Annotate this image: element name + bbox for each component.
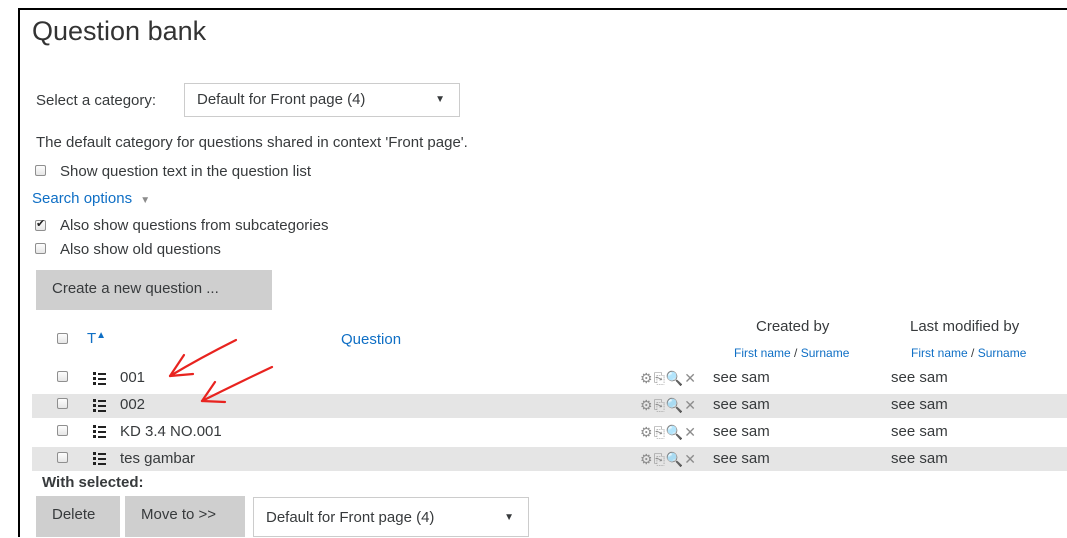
red-arrow-icon (168, 338, 238, 378)
red-arrow-icon (200, 365, 274, 404)
annotation-arrows (168, 338, 274, 404)
